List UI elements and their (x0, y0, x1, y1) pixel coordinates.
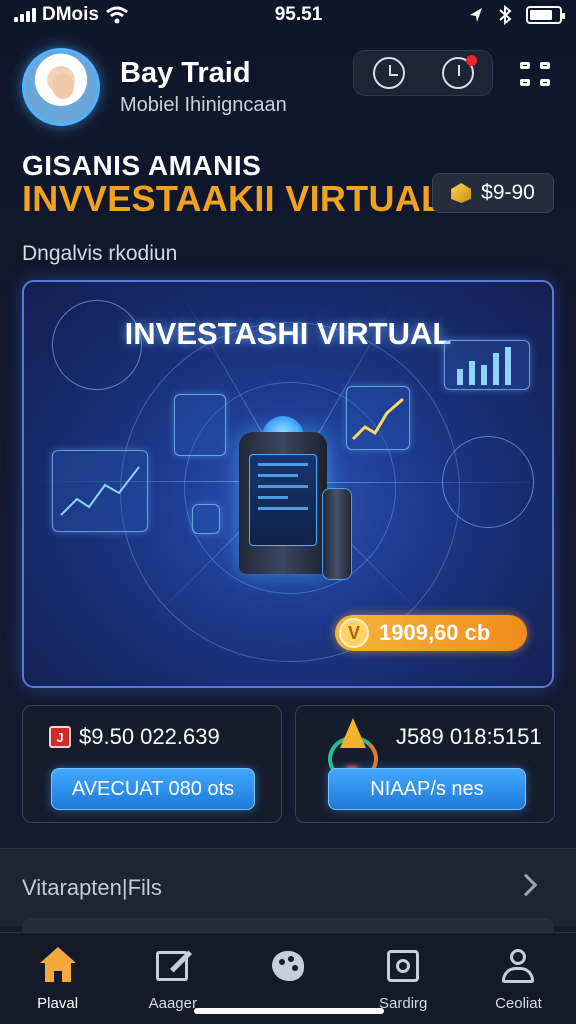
carrier-label: DMois (42, 4, 99, 25)
stat-action-button[interactable]: NIAAP/s nes (328, 768, 526, 810)
list-item[interactable]: Vitarapten|Fils (0, 848, 576, 926)
hero-banner[interactable]: INVESTASHI VIRTUAL V 1909,60 cb (22, 280, 554, 688)
status-bar: DMois 95.51 (0, 0, 576, 30)
avatar-face (52, 73, 74, 99)
stat-value: J589 018:5151 (396, 724, 542, 749)
signal-icon (14, 8, 36, 22)
wifi-icon (106, 6, 128, 24)
profile-name: Bay Traid (120, 57, 251, 89)
red-badge-icon: J (49, 726, 71, 748)
battery-icon (525, 6, 565, 24)
chart-panel-right (346, 386, 410, 450)
section-label: Dngalvis rkodiun (22, 242, 178, 265)
app-screen: DMois 95.51 Bay Traid Mobiel Ihinigncaan… (0, 0, 576, 1024)
menu-grid-icon[interactable] (520, 62, 552, 88)
stat-value: $9.50 022.639 (79, 724, 220, 749)
location-icon (469, 8, 482, 22)
hero-price-pill[interactable]: V 1909,60 cb (335, 615, 527, 651)
server-device-image (239, 432, 327, 574)
status-right (468, 5, 565, 25)
chart-panel-left (52, 450, 148, 532)
profile-subtitle: Mobiel Ihinigncaan (120, 94, 287, 116)
page-title: INVVESTAAKII VIRTUAL (22, 178, 444, 219)
header-actions (353, 50, 493, 96)
home-indicator[interactable] (194, 1008, 384, 1014)
balance-badge[interactable]: $9-90 (432, 173, 554, 213)
tab-label: Ceoliat (495, 995, 542, 1012)
user-icon (499, 947, 537, 985)
stat-card-1: J $9.50 022.639 AVECUAT 080 ots (22, 705, 282, 823)
info-panel (174, 394, 226, 456)
tab-label: Aaager (148, 995, 197, 1012)
tab-home[interactable]: Plaval (0, 933, 115, 1024)
bar-panel (444, 340, 530, 390)
hero-price-value: 1909,60 cb (379, 620, 491, 645)
verified-badge-icon: V (339, 618, 369, 648)
notification-dot (465, 55, 477, 66)
coin-icon (451, 183, 472, 203)
avatar[interactable] (22, 48, 100, 126)
edit-icon (154, 947, 192, 985)
balance-value: $9-90 (481, 181, 535, 204)
secondary-device-image (322, 488, 352, 580)
store-icon (384, 947, 422, 985)
home-icon (39, 947, 77, 985)
clock-icon[interactable] (372, 57, 405, 89)
stat-card-2: J589 018:5151 NIAAP/s nes (295, 705, 555, 823)
stat-action-button[interactable]: AVECUAT 080 ots (51, 768, 255, 810)
status-left: DMois (14, 4, 129, 26)
small-panel (192, 504, 220, 534)
hero-ray (290, 482, 550, 483)
timer-icon[interactable] (441, 55, 477, 89)
palette-icon (269, 947, 307, 985)
list-item-label: Vitarapten|Fils (22, 875, 162, 900)
tab-label: Sardirg (379, 995, 428, 1012)
clock-time: 95.51 (274, 4, 323, 25)
chevron-right-icon (514, 873, 538, 897)
bluetooth-icon (499, 5, 512, 25)
tab-profile[interactable]: Ceoliat (461, 933, 576, 1024)
tab-label: Plaval (37, 995, 79, 1012)
